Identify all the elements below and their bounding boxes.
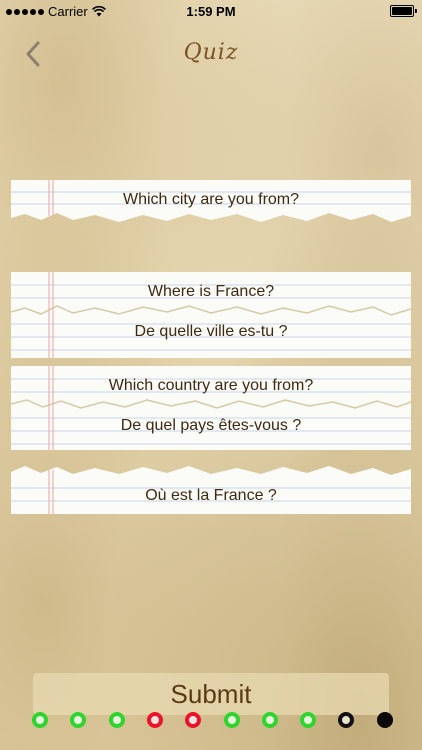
- battery-icon: [390, 5, 417, 17]
- answer-card-1[interactable]: Which city are you from?: [11, 180, 411, 230]
- answer-card-4[interactable]: Où est la France ?: [11, 462, 411, 514]
- clock: 1:59 PM: [186, 4, 236, 19]
- progress-dot-pending: [376, 712, 393, 728]
- answer-text: De quelle ville es-tu ?: [134, 323, 288, 340]
- progress-dot-wrong: [185, 712, 202, 728]
- answer-text: Which country are you from?: [108, 377, 314, 394]
- answer-text: De quel pays êtes-vous ?: [120, 417, 302, 434]
- answer-text: Where is France?: [147, 283, 275, 300]
- progress-dot-current: [338, 712, 355, 728]
- progress-dot-correct: [300, 712, 317, 728]
- answer-card-3[interactable]: Which country are you from? De quel pays…: [11, 366, 411, 450]
- progress-dot-correct: [108, 712, 125, 728]
- page-title: Quiz: [183, 40, 239, 65]
- progress-dot-correct: [223, 712, 240, 728]
- submit-button[interactable]: Submit: [33, 673, 389, 715]
- status-bar: Carrier 1:59 PM: [0, 0, 422, 22]
- answer-text: Which city are you from?: [122, 191, 300, 208]
- answer-card-2[interactable]: Where is France? De quelle ville es-tu ?: [11, 272, 411, 358]
- answer-text: Où est la France ?: [145, 487, 277, 504]
- progress-dot-correct: [261, 712, 278, 728]
- progress-dot-correct: [32, 712, 48, 728]
- progress-indicator: [0, 712, 422, 732]
- progress-dot-correct: [70, 712, 87, 728]
- progress-dot-wrong: [146, 712, 163, 728]
- nav-bar: Quiz: [0, 22, 422, 86]
